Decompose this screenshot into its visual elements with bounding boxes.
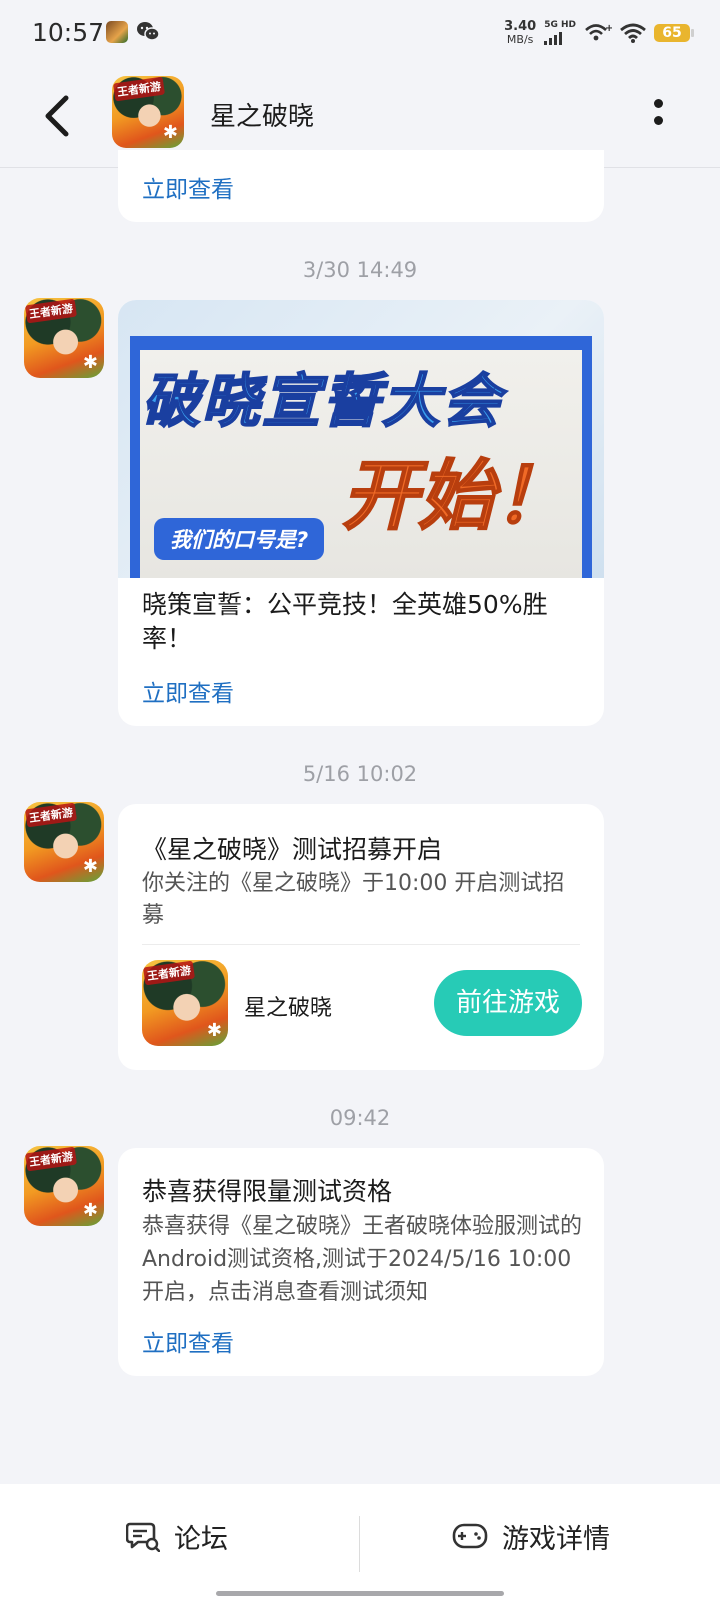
net-speed-value: 3.40 bbox=[504, 19, 537, 34]
status-bar: 10:57 3.40 MB/s 5G HD + 65 bbox=[0, 0, 720, 66]
divider bbox=[142, 944, 580, 945]
game-avatar[interactable]: 王者新游 ✱ bbox=[112, 76, 184, 148]
forum-label: 论坛 bbox=[174, 1523, 228, 1555]
go-to-game-button[interactable]: 前往游戏 bbox=[434, 970, 582, 1036]
bottom-bar: 论坛 游戏详情 bbox=[0, 1484, 720, 1600]
cellular-signal: 5G HD bbox=[544, 21, 576, 45]
more-options-icon[interactable] bbox=[648, 96, 668, 136]
gamepad-icon bbox=[452, 1523, 488, 1549]
view-now-link[interactable]: 立即查看 bbox=[142, 674, 234, 708]
svg-text:+: + bbox=[605, 23, 612, 34]
wifi-calling-icon: + bbox=[585, 23, 612, 41]
game-notification-icon bbox=[106, 21, 128, 43]
page-title: 星之破晓 bbox=[210, 102, 315, 132]
view-now-link[interactable]: 立即查看 bbox=[142, 1324, 234, 1358]
network-label: 5G HD bbox=[544, 20, 576, 30]
banner-headline: 破晓宣誓大会 bbox=[141, 366, 503, 436]
battery-icon: 65 bbox=[654, 24, 694, 42]
sender-avatar[interactable]: 王者新游 ✱ bbox=[24, 1146, 104, 1226]
wechat-icon bbox=[137, 22, 160, 41]
signal-bars-icon bbox=[544, 31, 563, 45]
message-card[interactable]: 恭喜获得限量测试资格 恭喜获得《星之破晓》王者破晓体验服测试的Android测试… bbox=[118, 1148, 604, 1376]
net-speed: 3.40 MB/s bbox=[504, 20, 536, 46]
message-body: 恭喜获得《星之破晓》王者破晓体验服测试的Android测试资格,测试于2024/… bbox=[142, 1214, 583, 1305]
status-time: 10:57 bbox=[32, 18, 105, 47]
message-timestamp: 3/30 14:49 bbox=[302, 258, 418, 282]
message-title: 晓策宣誓：公平竞技！全英雄50%胜率！ bbox=[142, 590, 548, 653]
banner-subheadline: 开始！ bbox=[341, 450, 571, 541]
divider bbox=[359, 1516, 360, 1572]
message-title: 《星之破晓》测试招募开启 bbox=[142, 835, 443, 864]
message-body: 你关注的《星之破晓》于10:00 开启测试招募 bbox=[142, 871, 565, 928]
message-card[interactable]: 立即查看 bbox=[118, 150, 604, 222]
game-name: 星之破晓 bbox=[244, 996, 333, 1021]
view-now-link[interactable]: 立即查看 bbox=[142, 170, 234, 204]
message-card[interactable]: 破晓宣誓大会 开始！ 我们的口号是? 晓策宣誓：公平竞技！全英雄50%胜率！ 立… bbox=[118, 300, 604, 726]
net-speed-unit: MB/s bbox=[506, 33, 534, 46]
message-title: 恭喜获得限量测试资格 bbox=[142, 1177, 393, 1206]
sender-avatar[interactable]: 王者新游 ✱ bbox=[24, 298, 104, 378]
game-details-tab[interactable]: 游戏详情 bbox=[452, 1516, 610, 1556]
event-banner-image[interactable]: 破晓宣誓大会 开始！ 我们的口号是? bbox=[118, 300, 604, 578]
message-timestamp: 5/16 10:02 bbox=[302, 762, 418, 786]
back-arrow-icon[interactable] bbox=[38, 88, 78, 144]
forum-tab[interactable]: 论坛 bbox=[126, 1516, 228, 1556]
game-icon[interactable]: 王者新游 ✱ bbox=[142, 960, 228, 1046]
home-indicator[interactable] bbox=[216, 1591, 504, 1596]
message-card[interactable]: 《星之破晓》测试招募开启 你关注的《星之破晓》于10:00 开启测试招募 王者新… bbox=[118, 804, 604, 1070]
sender-avatar[interactable]: 王者新游 ✱ bbox=[24, 802, 104, 882]
wifi-icon bbox=[620, 23, 646, 43]
forum-icon bbox=[126, 1522, 160, 1552]
message-timestamp: 09:42 bbox=[329, 1106, 391, 1130]
banner-pill: 我们的口号是? bbox=[154, 518, 325, 560]
game-details-label: 游戏详情 bbox=[502, 1523, 610, 1555]
